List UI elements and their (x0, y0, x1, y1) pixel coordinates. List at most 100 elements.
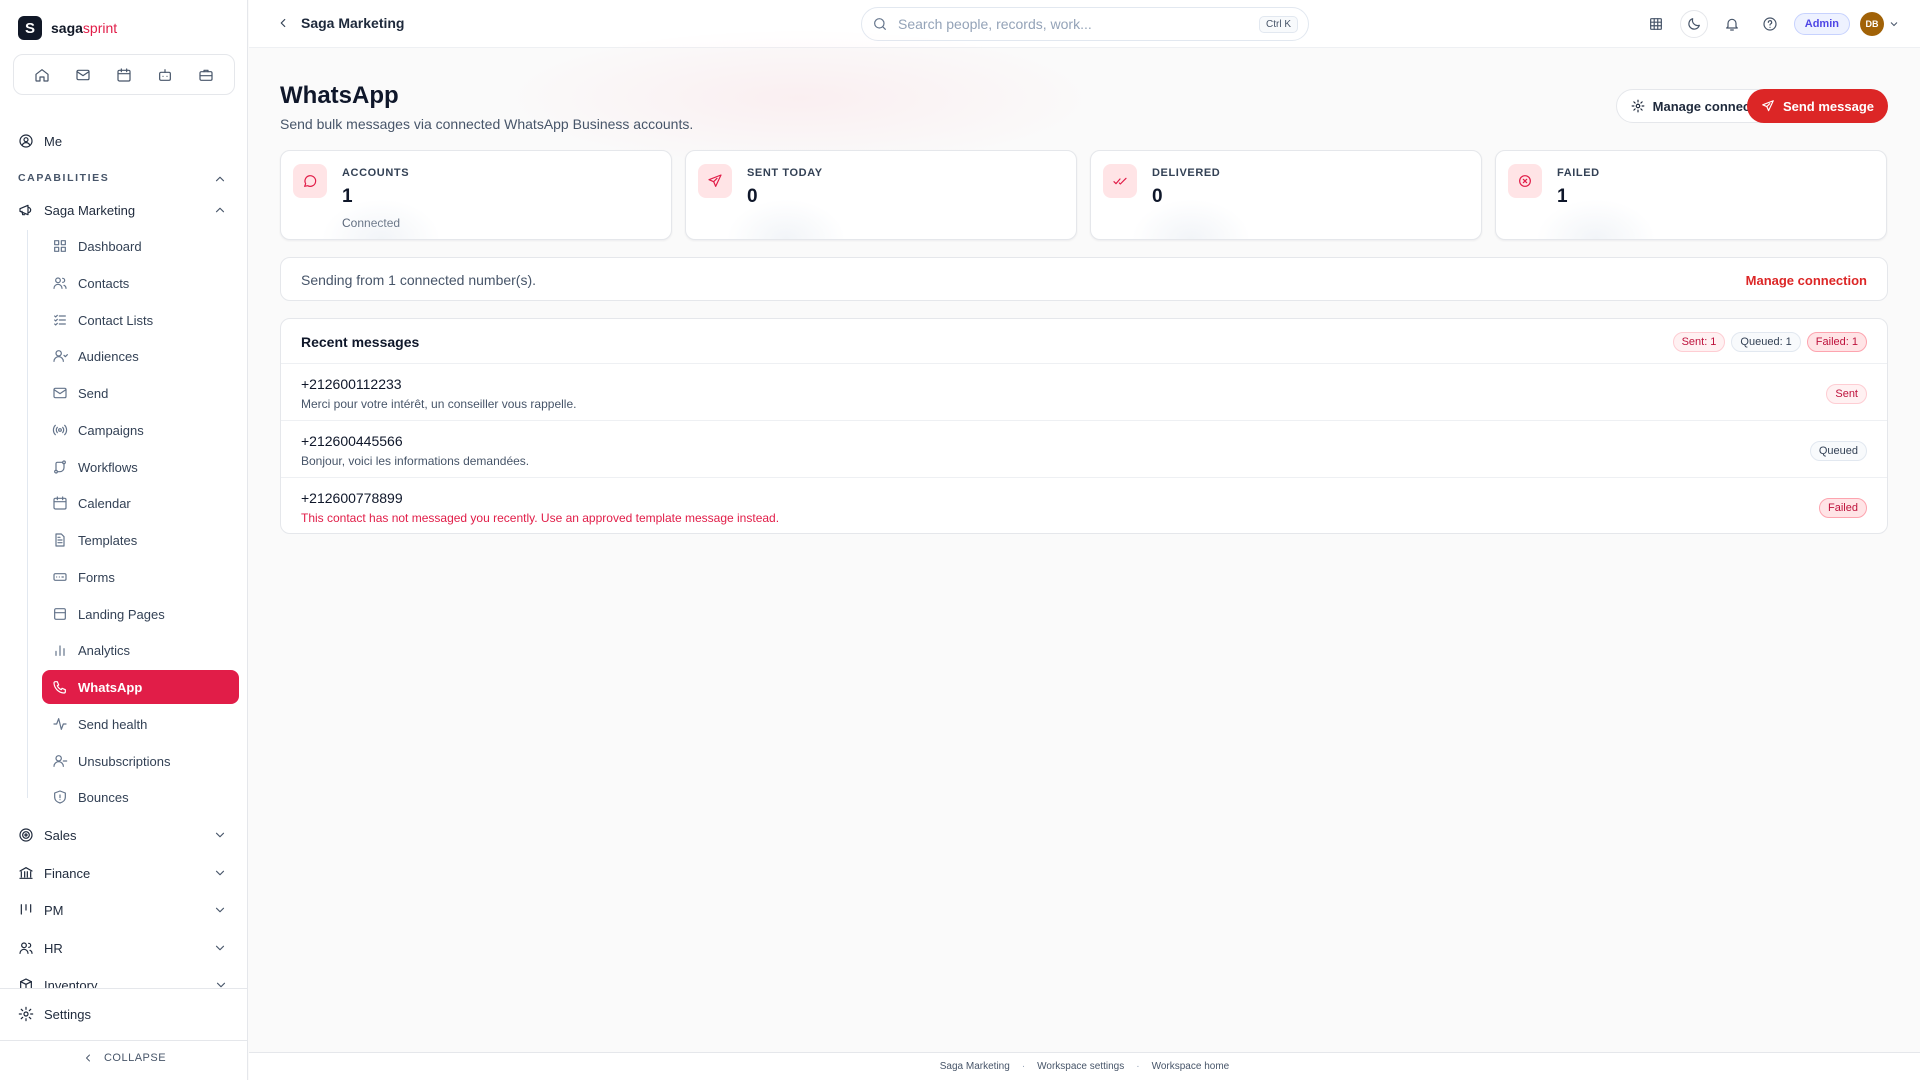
status-counts: Sent: 1 Queued: 1 Failed: 1 (1672, 332, 1867, 352)
failed-count-badge[interactable]: Failed: 1 (1806, 332, 1867, 352)
footer-link-workspace-settings[interactable]: Workspace settings (1037, 1061, 1124, 1072)
send-message-button[interactable]: Send message (1746, 89, 1888, 123)
help-icon[interactable] (1756, 10, 1784, 38)
sidebar-item-whatsapp[interactable]: WhatsApp (42, 670, 239, 704)
footer-link-workspace-home[interactable]: Workspace home (1152, 1061, 1230, 1072)
sidebar-section-sales[interactable]: Sales (18, 827, 77, 843)
message-row[interactable]: +212600112233 Merci pour votre intérêt, … (281, 364, 1887, 421)
sidebar-item-forms[interactable]: Forms (42, 560, 239, 594)
sent-count-badge[interactable]: Sent: 1 (1672, 332, 1726, 352)
list-check-icon (52, 312, 68, 328)
chat-bubble-icon (293, 164, 327, 198)
breadcrumb[interactable]: Saga Marketing (301, 15, 404, 31)
background-glow (499, 28, 1099, 168)
sidebar-item-audiences[interactable]: Audiences (42, 339, 239, 373)
status-badge: Failed (1819, 498, 1867, 518)
sidebar-item-label: Landing Pages (78, 606, 165, 622)
chevron-down-icon[interactable] (213, 866, 227, 880)
apps-grid-icon[interactable] (1642, 10, 1670, 38)
chevron-down-icon[interactable] (213, 903, 227, 917)
mail-icon (52, 385, 68, 401)
tree-line (27, 230, 28, 798)
sidebar-item-settings[interactable]: Settings (18, 1006, 91, 1022)
queued-count-badge[interactable]: Queued: 1 (1731, 332, 1801, 352)
sidebar-item-calendar[interactable]: Calendar (42, 486, 239, 520)
sidebar-item-send[interactable]: Send (42, 376, 239, 410)
sidebar-item-label: Send health (78, 716, 148, 732)
briefcase-icon[interactable] (192, 61, 220, 89)
collapse-button[interactable]: COLLAPSE (0, 1052, 248, 1064)
chevron-up-icon[interactable] (213, 203, 227, 217)
sidebar-item-contacts[interactable]: Contacts (42, 266, 239, 300)
stat-value: 0 (747, 186, 758, 207)
sidebar-section-inventory[interactable]: Inventory (18, 977, 97, 988)
footer-link-saga-marketing[interactable]: Saga Marketing (940, 1061, 1010, 1072)
users-icon (52, 275, 68, 291)
sidebar-item-analytics[interactable]: Analytics (42, 633, 239, 667)
stat-value: 1 (1557, 186, 1568, 207)
panel-title: Recent messages (301, 334, 420, 350)
sidebar-item-me[interactable]: Me (18, 133, 62, 149)
sidebar-section-pm[interactable]: PM (18, 902, 64, 918)
chevron-down-icon[interactable] (213, 828, 227, 842)
sidebar-item-bounces[interactable]: Bounces (42, 780, 239, 814)
sidebar-section-hr[interactable]: HR (18, 940, 63, 956)
manage-connection-link[interactable]: Manage connection (1746, 273, 1867, 288)
sidebar-item-workflows[interactable]: Workflows (42, 450, 239, 484)
chevron-down-icon[interactable] (213, 941, 227, 955)
role-badge[interactable]: Admin (1793, 13, 1850, 35)
back-icon[interactable] (276, 16, 290, 30)
brand[interactable]: S sagasprint (18, 16, 117, 40)
message-row[interactable]: +212600778899 This contact has not messa… (281, 478, 1887, 533)
chevron-down-icon (1888, 18, 1900, 30)
connection-info-bar: Sending from 1 connected number(s). Mana… (280, 257, 1888, 301)
sidebar-item-label: Me (44, 133, 63, 149)
stat-card-sent-today: SENT TODAY 0 (685, 150, 1077, 240)
sidebar-item-send-health[interactable]: Send health (42, 707, 239, 741)
home-icon[interactable] (28, 61, 56, 89)
sidebar-item-dashboard[interactable]: Dashboard (42, 229, 239, 263)
sidebar-group-label: Saga Marketing (44, 202, 136, 218)
sidebar-item-unsubscriptions[interactable]: Unsubscriptions (42, 744, 239, 778)
sidebar-item-landing-pages[interactable]: Landing Pages (42, 597, 239, 631)
sidebar-item-label: WhatsApp (78, 679, 143, 695)
chevron-up-icon[interactable] (213, 172, 227, 186)
user-menu[interactable]: DB (1860, 12, 1900, 36)
sidebar-item-label: Dashboard (78, 238, 142, 254)
moon-icon[interactable] (1679, 10, 1708, 38)
footer-separator: · (1021, 1061, 1026, 1072)
sidebar-item-label: Settings (44, 1006, 91, 1022)
sidebar-item-label: Templates (78, 532, 138, 548)
send-icon (1761, 99, 1775, 113)
sidebar-section-finance[interactable]: Finance (18, 865, 90, 881)
sidebar-group-saga-marketing[interactable]: Saga Marketing (18, 202, 135, 218)
stat-sub: Connected (342, 216, 401, 230)
sidebar-item-contact-lists[interactable]: Contact Lists (42, 303, 239, 337)
sidebar-section-label: Finance (44, 865, 91, 881)
stat-label: ACCOUNTS (342, 167, 410, 179)
top-actions: Admin DB (1642, 10, 1900, 38)
sidebar: S sagasprint Me CAPABILITIES Saga Market… (0, 0, 248, 1080)
sidebar-section-label: Sales (44, 827, 77, 843)
brand-logo: S (18, 16, 42, 40)
stat-label: FAILED (1557, 167, 1600, 179)
bell-icon[interactable] (1718, 10, 1746, 38)
sidebar-item-label: Audiences (78, 348, 139, 364)
divider (0, 1040, 248, 1041)
sidebar-item-campaigns[interactable]: Campaigns (42, 413, 239, 447)
sidebar-section-label: PM (44, 902, 64, 918)
chevron-down-icon[interactable] (214, 978, 228, 988)
quick-nav (13, 54, 235, 95)
footer-separator: · (1136, 1061, 1140, 1072)
mail-icon[interactable] (69, 61, 97, 89)
send-icon (698, 164, 732, 198)
message-row[interactable]: +212600445566 Bonjour, voici les informa… (281, 421, 1887, 478)
stat-card-failed: FAILED 1 (1495, 150, 1887, 240)
panel-header: Recent messages Sent: 1 Queued: 1 Failed… (281, 319, 1887, 364)
recent-messages-panel: Recent messages Sent: 1 Queued: 1 Failed… (280, 318, 1888, 534)
calendar-icon[interactable] (110, 61, 138, 89)
sidebar-item-templates[interactable]: Templates (42, 523, 239, 557)
megaphone-icon (18, 202, 34, 218)
bot-icon[interactable] (151, 61, 179, 89)
gear-icon (18, 1006, 34, 1022)
